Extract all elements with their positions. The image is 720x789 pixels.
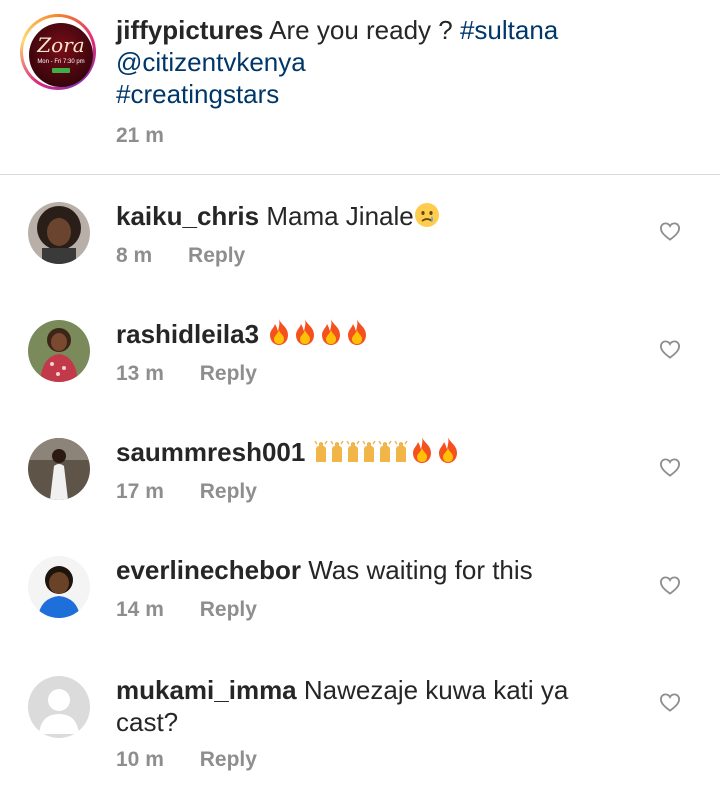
comment-body: Mama Jinale xyxy=(266,201,414,231)
fire-emoji xyxy=(344,318,370,346)
avatar[interactable] xyxy=(28,556,90,618)
avatar: Zora Mon - Fri 7:30 pm xyxy=(29,23,93,87)
comment-meta: 13 m Reply xyxy=(116,362,257,386)
avatar[interactable] xyxy=(28,320,90,382)
fire-emoji xyxy=(435,436,461,464)
comment-timestamp: 8 m xyxy=(116,244,153,267)
mention-link[interactable]: @citizentvkenya xyxy=(116,47,306,77)
caption-body: Are you ready ? xyxy=(269,15,453,45)
comment-text: rashidleila3 xyxy=(116,318,636,350)
like-heart-icon[interactable] xyxy=(659,692,681,712)
story-ring-avatar[interactable]: Zora Mon - Fri 7:30 pm xyxy=(20,14,96,90)
comment-username[interactable]: kaiku_chris xyxy=(116,201,259,231)
show-time-label: Mon - Fri 7:30 pm xyxy=(37,59,85,65)
comment-meta: 10 m Reply xyxy=(116,748,257,772)
comment-text: everlinechebor Was waiting for this xyxy=(116,554,636,586)
comment-timestamp: 13 m xyxy=(116,362,164,385)
raising-hands-emoji xyxy=(313,440,345,464)
reply-button[interactable]: Reply xyxy=(200,748,257,771)
hashtag-link[interactable]: #sultana xyxy=(460,15,558,45)
comment-meta: 17 m Reply xyxy=(116,480,257,504)
comment-meta: 8 m Reply xyxy=(116,244,245,268)
comment-text: saummresh001 xyxy=(116,436,636,468)
reply-button[interactable]: Reply xyxy=(188,244,245,267)
like-heart-icon[interactable] xyxy=(659,457,681,477)
comment-timestamp: 14 m xyxy=(116,598,164,621)
comment-timestamp: 17 m xyxy=(116,480,164,503)
like-heart-icon[interactable] xyxy=(659,339,681,359)
comment-username[interactable]: saummresh001 xyxy=(116,437,305,467)
caption-username[interactable]: jiffypictures xyxy=(116,15,263,45)
avatar[interactable] xyxy=(28,676,90,738)
comment-username[interactable]: everlinechebor xyxy=(116,555,301,585)
comment-meta: 14 m Reply xyxy=(116,598,257,622)
like-heart-icon[interactable] xyxy=(659,575,681,595)
caption-text: jiffypictures Are you ready ? #sultana @… xyxy=(116,14,696,110)
crying-face-emoji xyxy=(414,202,440,228)
raising-hands-emoji xyxy=(345,440,377,464)
reply-button[interactable]: Reply xyxy=(200,598,257,621)
fire-emoji xyxy=(266,318,292,346)
reply-button[interactable]: Reply xyxy=(200,480,257,503)
comment-text: mukami_imma Nawezaje kuwa kati ya cast? xyxy=(116,674,576,738)
channel-badge xyxy=(52,68,70,73)
comment-body: Was waiting for this xyxy=(308,555,533,585)
fire-emoji xyxy=(292,318,318,346)
avatar[interactable] xyxy=(28,438,90,500)
comment-timestamp: 10 m xyxy=(116,748,164,771)
avatar[interactable] xyxy=(28,202,90,264)
fire-emoji xyxy=(409,436,435,464)
comment-username[interactable]: rashidleila3 xyxy=(116,319,259,349)
raising-hands-emoji xyxy=(377,440,409,464)
comment-username[interactable]: mukami_imma xyxy=(116,675,297,705)
like-heart-icon[interactable] xyxy=(659,221,681,241)
fire-emoji xyxy=(318,318,344,346)
post-caption: Zora Mon - Fri 7:30 pm jiffypictures Are… xyxy=(0,0,720,175)
zora-logo: Zora xyxy=(37,33,85,57)
reply-button[interactable]: Reply xyxy=(200,362,257,385)
caption-timestamp: 21 m xyxy=(116,124,164,147)
hashtag-link[interactable]: #creatingstars xyxy=(116,79,279,109)
comment-text: kaiku_chris Mama Jinale xyxy=(116,200,636,232)
